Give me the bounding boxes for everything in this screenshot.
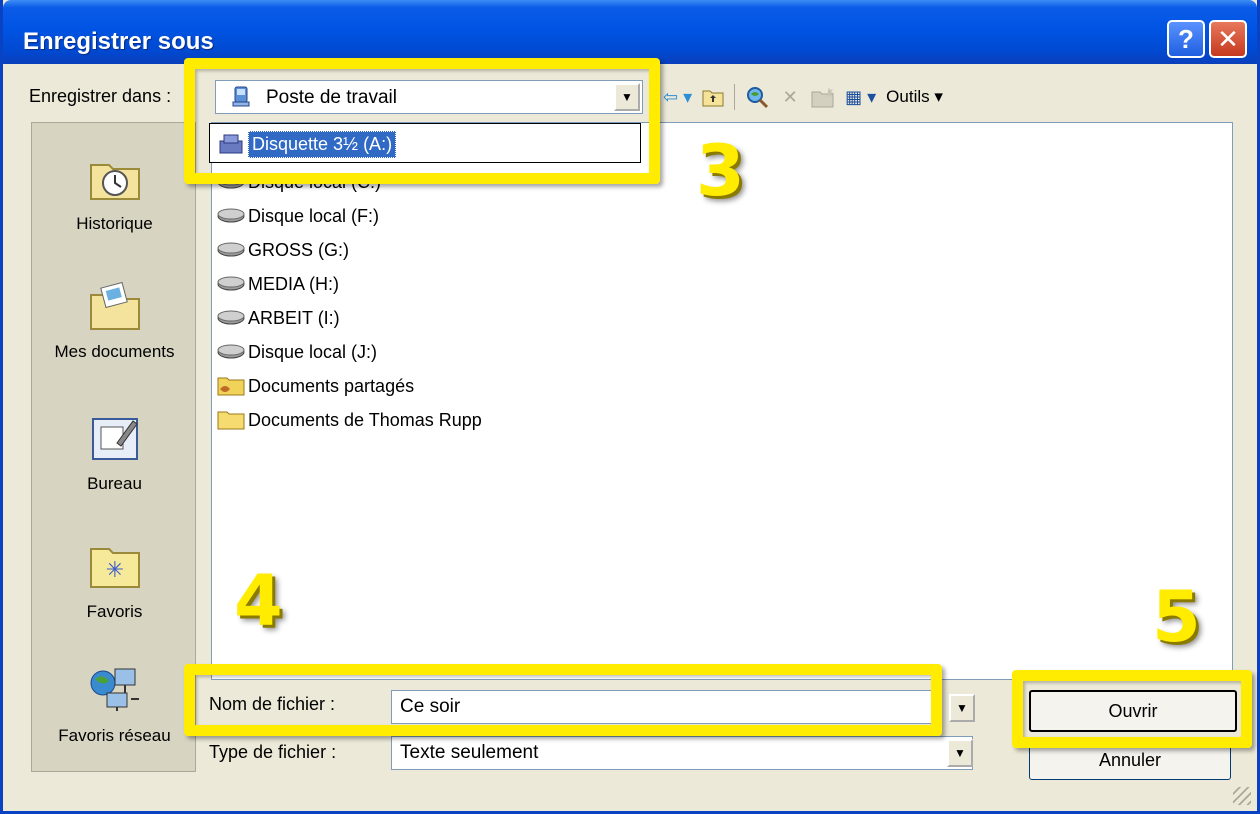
- resize-grip[interactable]: [1233, 787, 1251, 805]
- places-bar: Historique Mes documents Bureau ✳ Favori…: [31, 122, 196, 772]
- highlight-box-step5: [1012, 670, 1252, 748]
- chevron-down-icon: ▼: [956, 701, 968, 715]
- network-icon: [90, 668, 139, 711]
- desktop-icon: [91, 418, 138, 460]
- folder-icon: [217, 411, 245, 430]
- up-folder-icon: [702, 90, 724, 107]
- shared-folder-icon: [217, 377, 245, 396]
- drive-icon: [217, 208, 245, 223]
- history-icon: [89, 164, 140, 200]
- svg-text:✳: ✳: [105, 558, 123, 583]
- step-5-marker: 5: [1152, 576, 1201, 658]
- help-icon: ?: [1178, 23, 1194, 54]
- place-network[interactable]: Favoris réseau: [32, 665, 197, 746]
- up-folder-button[interactable]: [702, 82, 724, 112]
- filename-dropdown-button[interactable]: ▼: [949, 694, 975, 722]
- place-label: Historique: [76, 214, 153, 233]
- search-web-icon: [747, 87, 769, 109]
- list-item-label: ARBEIT (I:): [248, 307, 340, 328]
- new-folder-icon: [811, 87, 835, 108]
- chevron-down-icon: ▼: [954, 746, 966, 760]
- save-in-label: Enregistrer dans :: [29, 86, 172, 106]
- place-desktop[interactable]: Bureau: [32, 413, 197, 494]
- drive-icon: [217, 310, 245, 325]
- drive-icon: [217, 276, 245, 291]
- back-button[interactable]: ⇦ ▾: [663, 82, 692, 112]
- highlight-box-step4: [184, 664, 942, 736]
- place-label: Favoris réseau: [58, 726, 171, 745]
- views-button[interactable]: ▦ ▾: [845, 82, 876, 112]
- list-item[interactable]: Documents partagés: [216, 371, 414, 401]
- list-item[interactable]: Documents de Thomas Rupp: [216, 405, 482, 435]
- place-favorites[interactable]: ✳ Favoris: [32, 541, 197, 622]
- list-item-label: GROSS (G:): [248, 239, 350, 260]
- favorites-icon: ✳: [89, 548, 140, 588]
- help-button[interactable]: ?: [1167, 20, 1205, 58]
- place-my-documents[interactable]: Mes documents: [32, 281, 197, 362]
- list-item-label: Documents partagés: [248, 375, 415, 396]
- list-item-label: Disque local (J:): [248, 341, 378, 362]
- list-item-label: Disque local (F:): [248, 205, 380, 226]
- toolbar: ⇦ ▾ ✕ ▦ ▾ Outils ▾: [663, 80, 943, 114]
- filetype-select[interactable]: Texte seulement: [391, 736, 973, 770]
- search-web-button[interactable]: [745, 82, 769, 112]
- my-documents-icon: [89, 281, 140, 330]
- new-folder-button[interactable]: [811, 82, 835, 112]
- delete-button[interactable]: ✕: [779, 82, 801, 112]
- place-label: Favoris: [86, 602, 143, 621]
- drive-icon: [217, 242, 245, 257]
- list-item[interactable]: GROSS (G:): [216, 235, 349, 265]
- filetype-dropdown-button[interactable]: ▼: [947, 739, 973, 767]
- list-item-label: Documents de Thomas Rupp: [248, 409, 482, 430]
- toolbar-separator: [734, 84, 736, 110]
- list-item-label: MEDIA (H:): [248, 273, 340, 294]
- highlight-box-step3: [184, 58, 660, 184]
- close-icon: ✕: [1217, 23, 1239, 54]
- place-label: Bureau: [87, 474, 142, 493]
- tools-menu[interactable]: Outils ▾: [886, 82, 943, 112]
- list-item[interactable]: Disque local (F:): [216, 201, 379, 231]
- filetype-label: Type de fichier :: [209, 742, 337, 762]
- place-label: Mes documents: [54, 342, 175, 361]
- list-item[interactable]: ARBEIT (I:): [216, 303, 340, 333]
- drive-icon: [217, 344, 245, 359]
- step-3-marker: 3: [696, 130, 745, 212]
- place-history[interactable]: Historique: [32, 153, 197, 234]
- list-item[interactable]: Disque local (J:): [216, 337, 377, 367]
- window-title: Enregistrer sous: [23, 28, 214, 55]
- close-button[interactable]: ✕: [1209, 20, 1247, 58]
- step-4-marker: 4: [234, 560, 283, 642]
- list-item[interactable]: MEDIA (H:): [216, 269, 339, 299]
- title-bar[interactable]: Enregistrer sous ? ✕: [3, 0, 1257, 64]
